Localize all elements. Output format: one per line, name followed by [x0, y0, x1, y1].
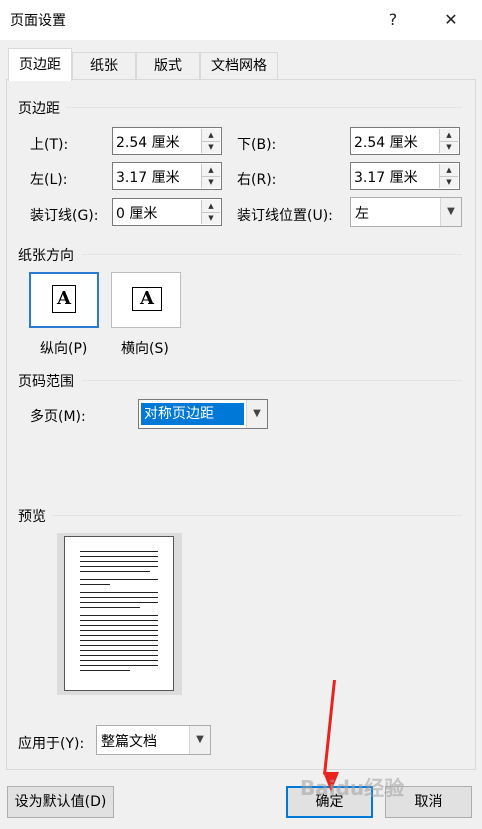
preview-text-line	[80, 597, 158, 598]
preview-text-line	[80, 630, 158, 631]
portrait-label: 纵向(P)	[40, 341, 88, 357]
preview-text-line	[80, 566, 158, 567]
preview-text-line	[80, 551, 158, 552]
preview-text-line	[80, 655, 158, 656]
preview-page	[64, 536, 174, 691]
spinner-buttons: ▲ ▼	[201, 164, 220, 188]
section-divider	[82, 380, 462, 381]
top-margin-value: 2.54 厘米	[116, 135, 180, 151]
apply-to-value: 整篇文档	[101, 734, 157, 750]
bottom-margin-spinner[interactable]: 2.54 厘米 ▲ ▼	[350, 127, 460, 155]
window-title: 页面设置	[10, 13, 66, 29]
title-bar: 页面设置 ? ✕	[0, 0, 482, 40]
spin-down-icon[interactable]: ▼	[440, 176, 458, 188]
preview-text-line	[80, 579, 158, 580]
bottom-margin-value: 2.54 厘米	[354, 135, 418, 151]
spin-down-icon[interactable]: ▼	[202, 212, 220, 224]
pages-section-title: 页码范围	[18, 374, 74, 390]
landscape-option[interactable]: A	[111, 272, 181, 328]
margins-section-title: 页边距	[18, 101, 60, 117]
spinner-buttons: ▲ ▼	[201, 129, 220, 153]
landscape-page-icon: A	[132, 287, 162, 311]
multiple-pages-select[interactable]: 对称页边距 ▼	[138, 399, 268, 429]
right-margin-label: 右(R):	[237, 172, 277, 188]
preview-text-line	[80, 640, 158, 641]
gutter-position-value: 左	[355, 206, 369, 222]
tab-paper[interactable]: 纸张	[72, 52, 136, 80]
chevron-down-icon[interactable]: ▼	[246, 400, 267, 428]
tab-margins[interactable]: 页边距	[8, 48, 72, 81]
right-margin-value: 3.17 厘米	[354, 170, 418, 186]
apply-to-select[interactable]: 整篇文档 ▼	[96, 725, 211, 755]
spin-down-icon[interactable]: ▼	[202, 141, 220, 153]
preview-text-line	[80, 670, 130, 671]
preview-text-line	[80, 556, 158, 557]
preview-text-line	[80, 650, 158, 651]
gutter-value: 0 厘米	[116, 206, 158, 222]
preview-text-line	[80, 615, 158, 616]
preview-section-title: 预览	[18, 509, 46, 525]
left-margin-label: 左(L):	[30, 172, 68, 188]
preview-text-line	[80, 625, 158, 626]
tab-doc-grid[interactable]: 文档网格	[200, 52, 278, 80]
spin-down-icon[interactable]: ▼	[440, 141, 458, 153]
preview-text-line	[80, 561, 158, 562]
preview-text-line	[80, 620, 158, 621]
section-divider	[66, 107, 462, 108]
tab-layout[interactable]: 版式	[136, 52, 200, 80]
portrait-option[interactable]: A	[29, 272, 99, 328]
close-icon[interactable]: ✕	[436, 6, 466, 34]
chevron-down-icon[interactable]: ▼	[189, 726, 210, 754]
help-icon[interactable]: ?	[378, 6, 408, 34]
chevron-down-icon[interactable]: ▼	[440, 198, 461, 226]
multiple-pages-label: 多页(M):	[30, 409, 86, 425]
section-divider	[82, 254, 462, 255]
preview-text-line	[80, 571, 150, 572]
preview-text-line	[80, 602, 158, 603]
section-divider	[52, 515, 462, 516]
spinner-buttons: ▲ ▼	[439, 129, 458, 153]
watermark-text: Baidu经验	[300, 776, 405, 800]
spin-down-icon[interactable]: ▼	[202, 176, 220, 188]
top-margin-label: 上(T):	[30, 137, 69, 153]
portrait-page-icon: A	[52, 285, 76, 313]
preview-text-line	[80, 645, 158, 646]
spinner-buttons: ▲ ▼	[439, 164, 458, 188]
preview-text-line	[80, 607, 140, 608]
preview-text-line	[80, 584, 110, 585]
left-margin-spinner[interactable]: 3.17 厘米 ▲ ▼	[112, 162, 222, 190]
gutter-position-select[interactable]: 左 ▼	[350, 197, 462, 227]
spinner-buttons: ▲ ▼	[201, 200, 220, 224]
top-margin-spinner[interactable]: 2.54 厘米 ▲ ▼	[112, 127, 222, 155]
preview-text-line	[80, 665, 158, 666]
preview-text-line	[80, 660, 158, 661]
preview-text-line	[80, 592, 158, 593]
gutter-spinner[interactable]: 0 厘米 ▲ ▼	[112, 198, 222, 226]
landscape-label: 横向(S)	[121, 341, 169, 357]
orientation-section-title: 纸张方向	[18, 248, 74, 264]
set-default-button[interactable]: 设为默认值(D)	[7, 786, 114, 818]
multiple-pages-value: 对称页边距	[141, 403, 244, 425]
preview-text-line	[80, 635, 158, 636]
right-margin-spinner[interactable]: 3.17 厘米 ▲ ▼	[350, 162, 460, 190]
bottom-margin-label: 下(B):	[237, 137, 277, 153]
gutter-position-label: 装订线位置(U):	[237, 208, 333, 224]
left-margin-value: 3.17 厘米	[116, 170, 180, 186]
gutter-label: 装订线(G):	[30, 208, 99, 224]
apply-to-label: 应用于(Y):	[18, 736, 85, 752]
